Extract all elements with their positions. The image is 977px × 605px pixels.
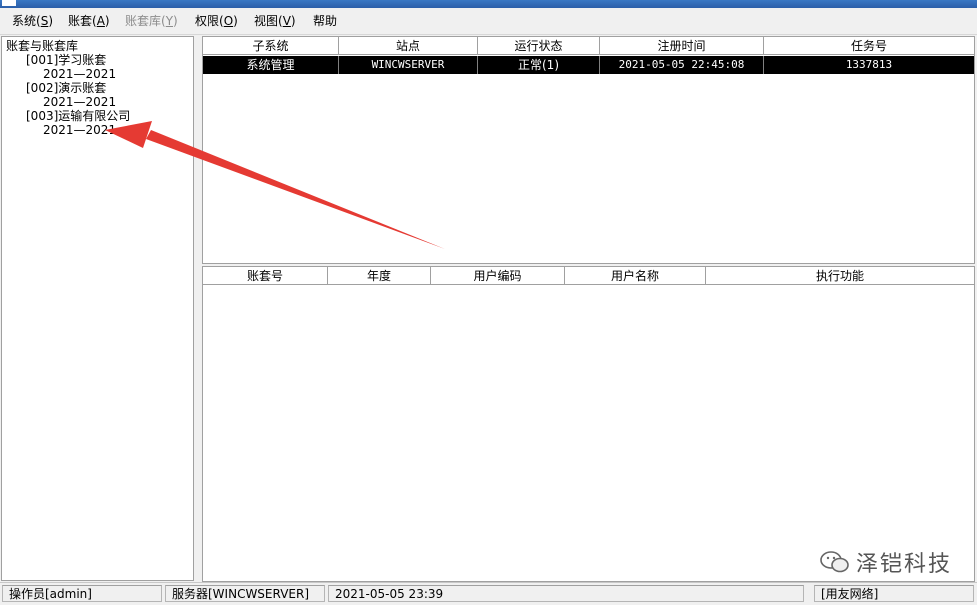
tree-year-001[interactable]: 2021—2021 [43,67,116,81]
status-operator: 操作员[admin] [2,585,162,602]
menu-account-library-label: 账套库( [125,14,166,28]
status-datetime: 2021-05-05 23:39 [328,585,804,602]
menu-account[interactable]: 账套(A) [66,13,112,29]
menu-account-library-tail: ) [173,14,178,28]
user-activity-table-header: 账套号 年度 用户编码 用户名称 执行功能 [203,267,974,286]
table-row[interactable]: 系统管理 WINCWSERVER 正常(1) 2021-05-05 22:45:… [203,56,974,74]
watermark-text: 泽铠科技 [856,552,953,577]
col-user-code[interactable]: 用户编码 [431,267,565,285]
menu-system[interactable]: 系统(S) [10,13,55,29]
tree-year-002[interactable]: 2021—2021 [43,95,116,109]
subsystem-table: 子系统 站点 运行状态 注册时间 任务号 系统管理 WINCWSERVER 正常… [202,36,975,264]
tree-account-002[interactable]: [002]演示账套 [26,81,106,95]
tree-account-001[interactable]: [001]学习账套 [26,53,106,67]
menu-permission[interactable]: 权限(O) [193,13,240,29]
col-register-time[interactable]: 注册时间 [600,37,764,55]
menu-view-label: 视图( [254,14,283,28]
menu-account-tail: ) [104,14,110,28]
tree-year-003[interactable]: 2021—2021 [43,123,116,137]
menu-view[interactable]: 视图(V) [252,13,298,29]
menu-account-library[interactable]: 账套库(Y) [123,13,180,29]
col-year[interactable]: 年度 [328,267,431,285]
cell-register-time: 2021-05-05 22:45:08 [600,56,764,74]
status-bar: 操作员[admin] 服务器[WINCWSERVER] 2021-05-05 2… [0,582,977,605]
watermark: 泽铠科技 [820,546,952,578]
menu-view-tail: ) [290,14,296,28]
cell-task-no: 1337813 [845,58,893,71]
user-activity-table: 账套号 年度 用户编码 用户名称 执行功能 [202,266,975,582]
cell-run-status: 正常(1) [478,56,600,74]
menu-help[interactable]: 帮助 [311,13,339,29]
col-task-no[interactable]: 任务号 [764,37,974,55]
col-site[interactable]: 站点 [339,37,478,55]
col-function[interactable]: 执行功能 [706,267,974,285]
status-network: [用友网络] [814,585,974,602]
menu-permission-key: O [223,14,234,28]
menu-bar: 系统(S) 账套(A) 账套库(Y) 权限(O) 视图(V) 帮助 [0,8,977,35]
col-account-no[interactable]: 账套号 [203,267,328,285]
title-bar [0,0,977,8]
menu-view-key: V [282,14,291,28]
menu-permission-label: 权限( [195,14,224,28]
wechat-icon [820,551,849,573]
col-subsystem[interactable]: 子系统 [203,37,339,55]
tree-root[interactable]: 账套与账套库 [6,39,78,53]
subsystem-table-header: 子系统 站点 运行状态 注册时间 任务号 [203,37,974,56]
menu-system-label: 系统( [12,14,41,28]
menu-account-label: 账套( [68,14,97,28]
account-tree[interactable]: 账套与账套库 [001]学习账套 2021—2021 [002]演示账套 202… [1,36,194,581]
app-icon [2,0,16,6]
col-user-name[interactable]: 用户名称 [565,267,706,285]
menu-account-key: A [96,14,105,28]
menu-help-label: 帮助 [313,14,338,28]
cell-subsystem: 系统管理 [203,56,339,74]
tree-account-003[interactable]: [003]运输有限公司 [26,109,130,123]
col-run-status[interactable]: 运行状态 [478,37,600,55]
cell-site: WINCWSERVER [339,56,478,74]
menu-system-tail: ) [48,14,53,28]
menu-account-library-key: Y [165,14,174,28]
menu-permission-tail: ) [233,14,238,28]
status-server: 服务器[WINCWSERVER] [165,585,325,602]
